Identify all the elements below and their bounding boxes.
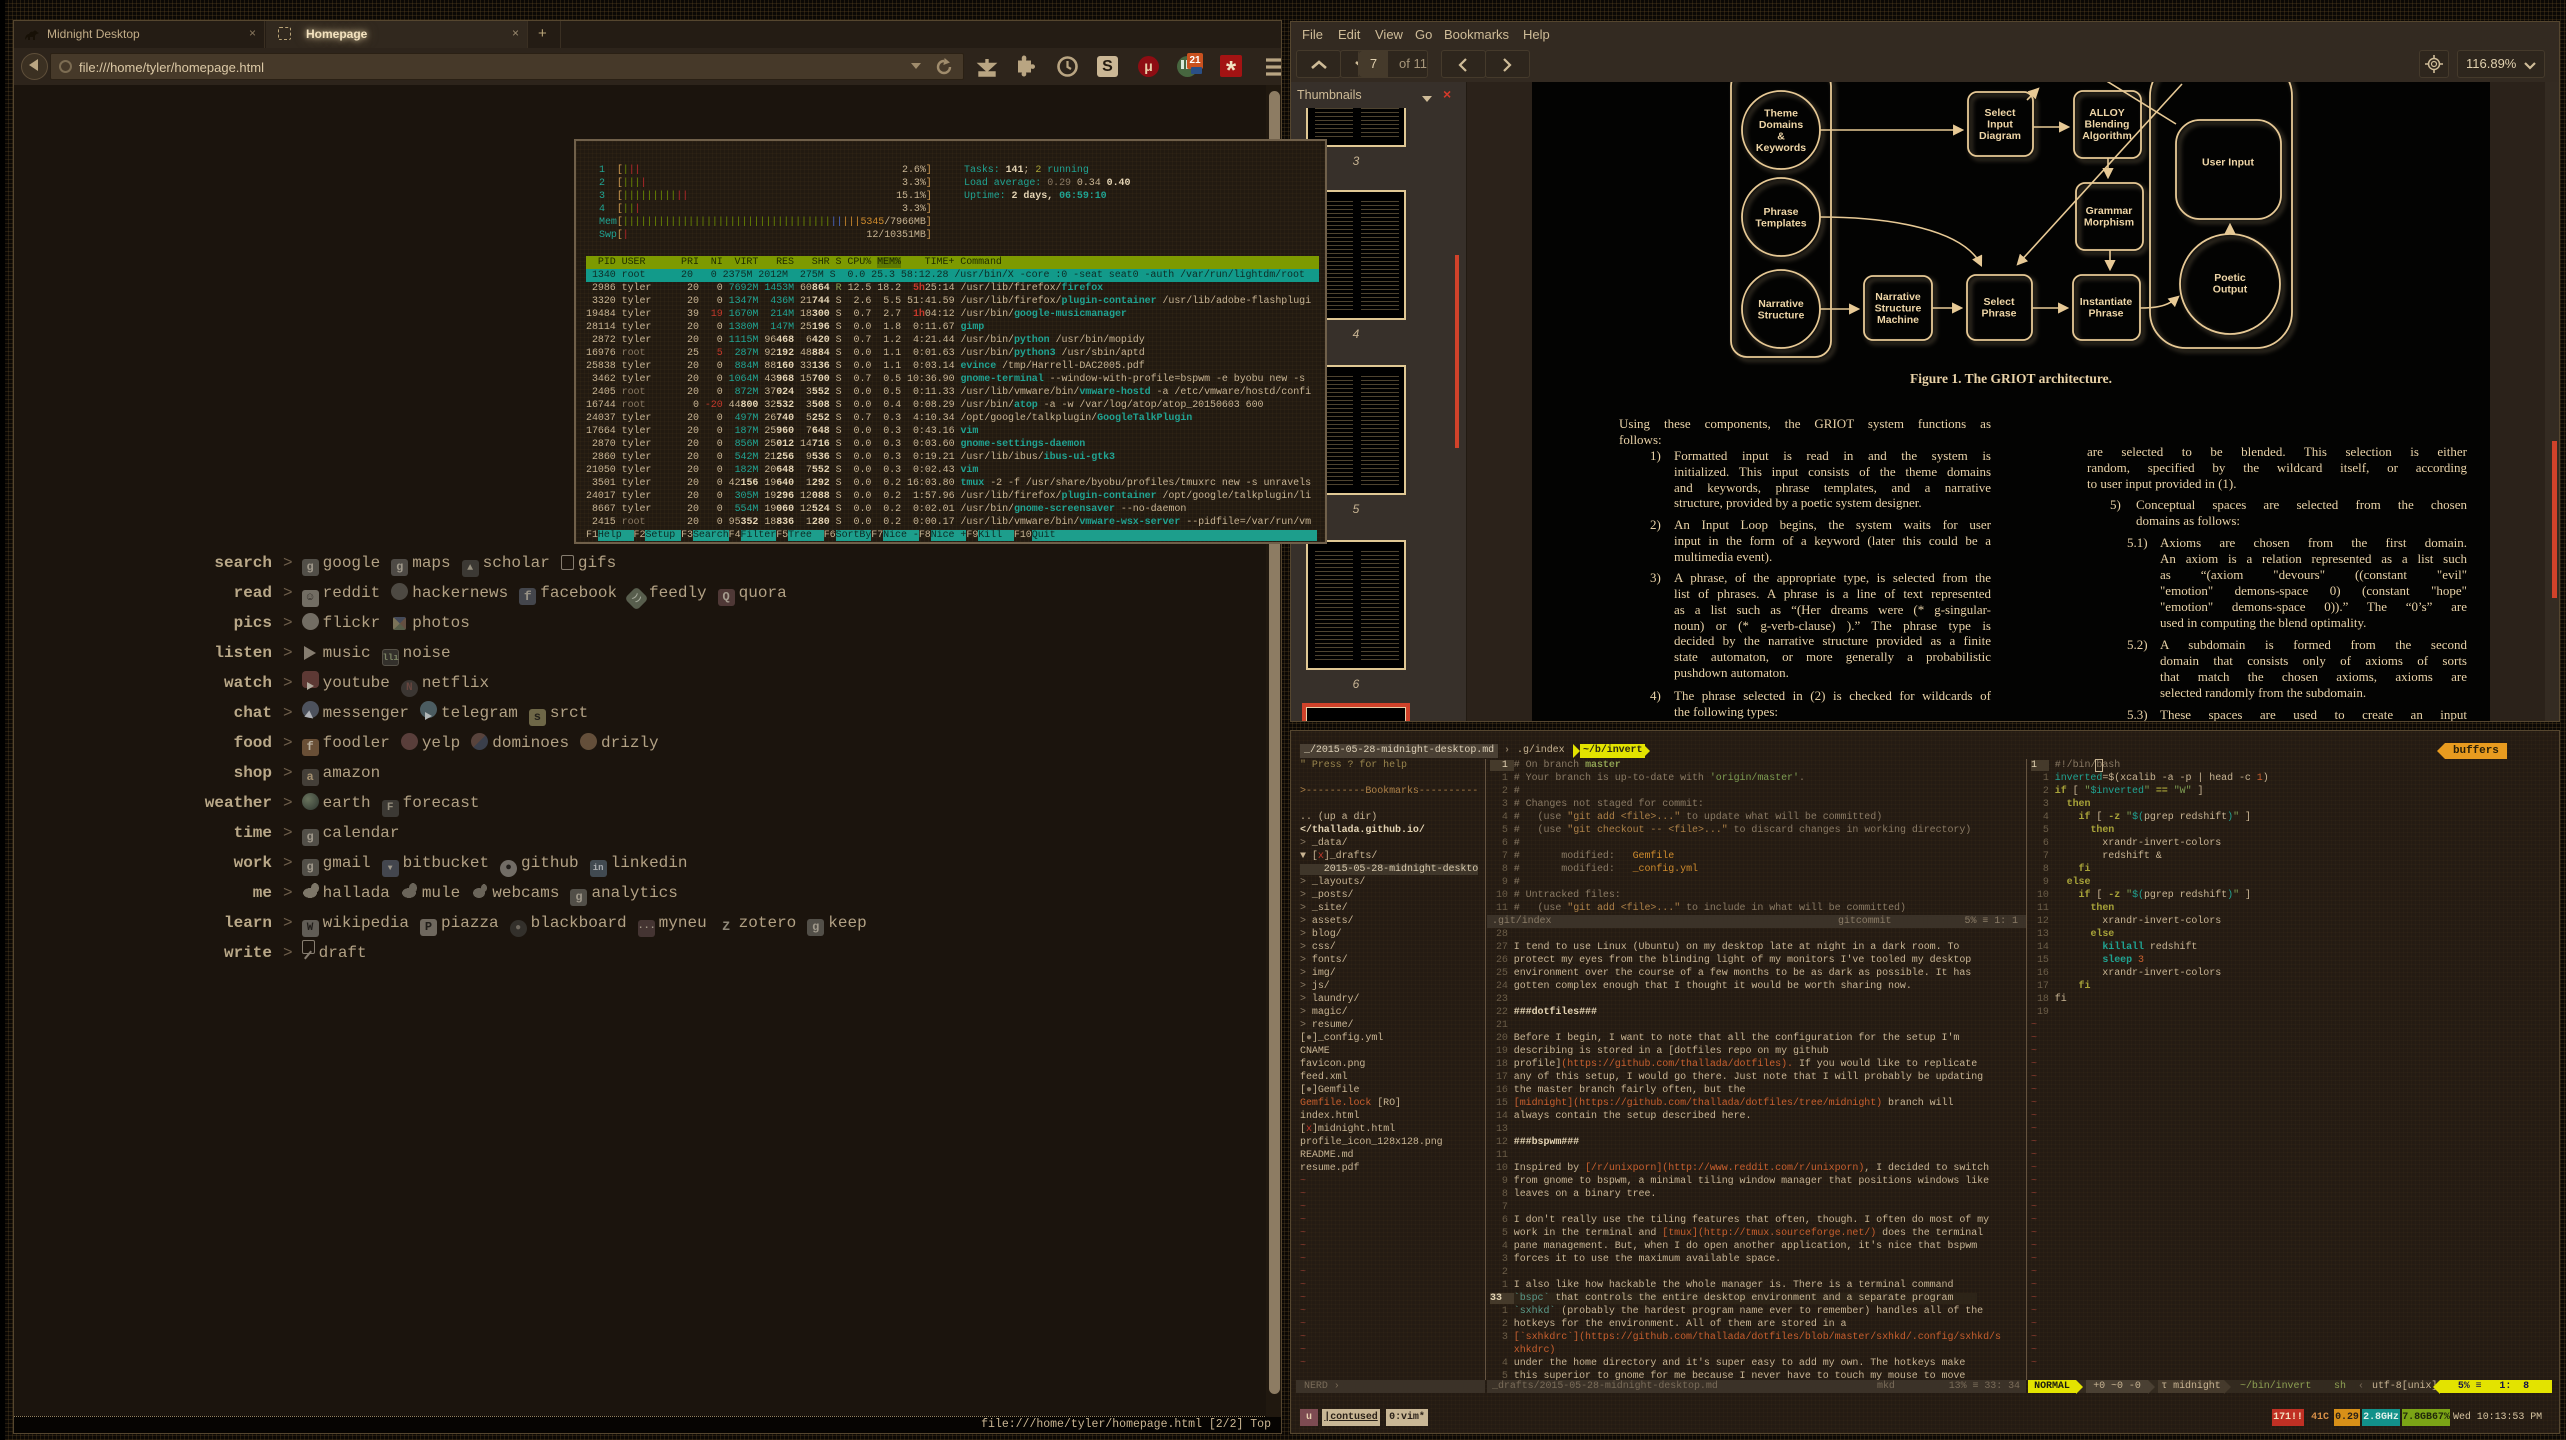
svg-text:Narrative: Narrative bbox=[1875, 291, 1921, 303]
svg-text:Machine: Machine bbox=[1877, 314, 1919, 326]
svg-text:Structure: Structure bbox=[1758, 309, 1805, 321]
svg-text:Morphism: Morphism bbox=[2084, 216, 2134, 228]
svg-text:&: & bbox=[1777, 130, 1785, 142]
svg-text:Narrative: Narrative bbox=[1758, 298, 1804, 310]
svg-text:Algorithm: Algorithm bbox=[2082, 130, 2132, 142]
svg-text:ALLOY: ALLOY bbox=[2089, 107, 2125, 119]
svg-text:Select: Select bbox=[1985, 107, 2016, 119]
svg-text:Structure: Structure bbox=[1875, 303, 1922, 315]
svg-text:Theme: Theme bbox=[1764, 107, 1798, 119]
svg-text:Instantiate: Instantiate bbox=[2080, 296, 2133, 308]
svg-text:Output: Output bbox=[2213, 283, 2248, 295]
svg-text:Select: Select bbox=[1984, 296, 2015, 308]
svg-text:Diagram: Diagram bbox=[1979, 130, 2021, 142]
svg-text:Grammar: Grammar bbox=[2086, 205, 2133, 217]
svg-text:Phrase: Phrase bbox=[1981, 307, 2016, 319]
svg-text:Input: Input bbox=[1987, 119, 2013, 131]
svg-text:Phrase: Phrase bbox=[2088, 307, 2123, 319]
svg-text:Poetic: Poetic bbox=[2214, 272, 2246, 284]
svg-text:Blending: Blending bbox=[2085, 119, 2130, 131]
svg-text:User Input: User Input bbox=[2202, 157, 2254, 169]
svg-text:Templates: Templates bbox=[1755, 217, 1806, 229]
svg-text:Phrase: Phrase bbox=[1763, 206, 1798, 218]
svg-text:Domains: Domains bbox=[1759, 119, 1804, 131]
svg-text:Keywords: Keywords bbox=[1756, 142, 1806, 154]
